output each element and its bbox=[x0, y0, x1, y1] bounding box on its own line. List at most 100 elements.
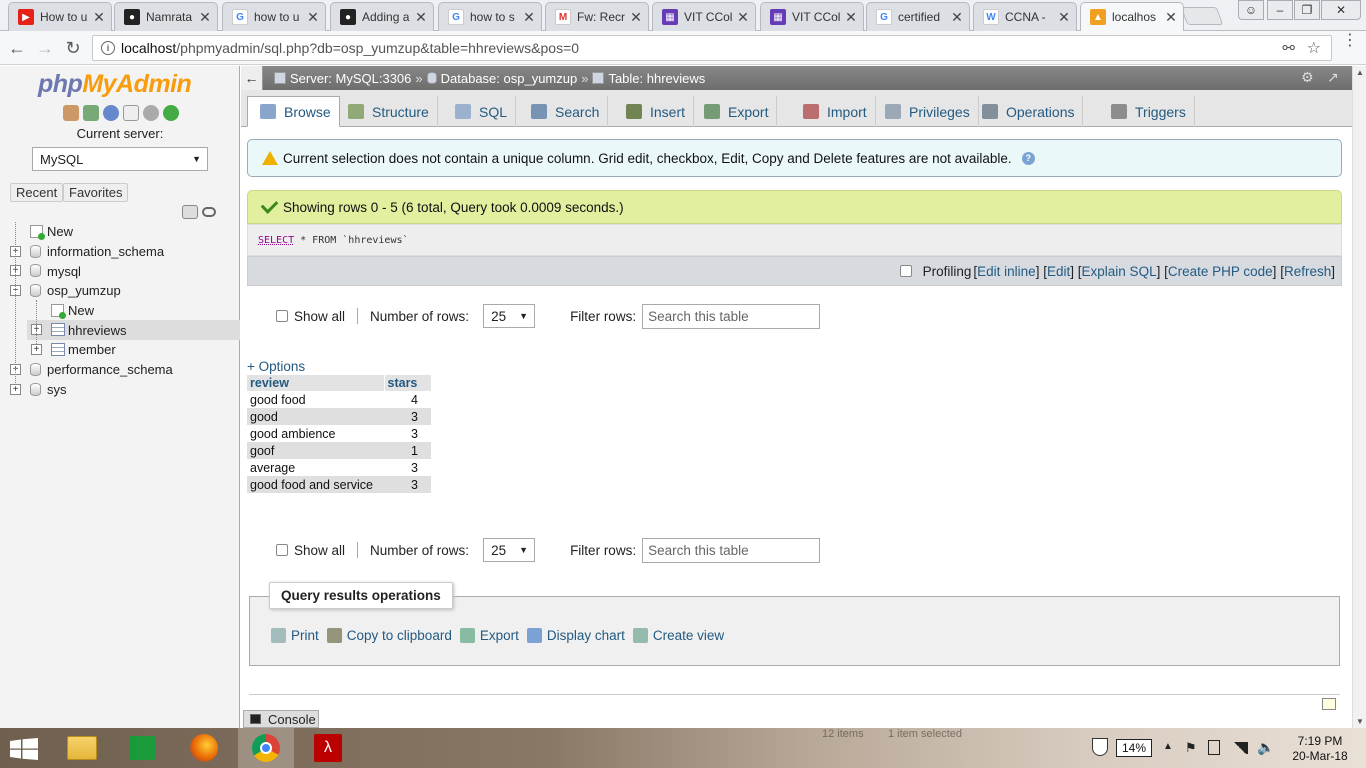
breadcrumb-database[interactable]: Database: osp_yumzup bbox=[441, 71, 578, 86]
back-arrow-icon[interactable]: ← bbox=[6, 37, 28, 59]
query-op-export[interactable]: Export bbox=[459, 628, 519, 643]
close-tab-icon[interactable]: ✕ bbox=[1058, 9, 1070, 26]
reload-nav-icon[interactable] bbox=[163, 105, 179, 121]
key-icon[interactable]: ⚯ bbox=[1282, 39, 1295, 57]
browser-menu-icon[interactable]: ⋮ bbox=[1342, 33, 1358, 49]
close-window-icon[interactable]: ✕ bbox=[1321, 0, 1361, 20]
browser-tab[interactable]: ● Adding a ✕ bbox=[330, 2, 434, 31]
tree-item-label[interactable]: performance_schema bbox=[47, 362, 173, 377]
browser-tab[interactable]: ▦ VIT CCol ✕ bbox=[652, 2, 756, 31]
show-all-label[interactable]: Show all bbox=[294, 543, 345, 558]
tree-item-label[interactable]: sys bbox=[47, 382, 67, 397]
browser-tab[interactable]: Gcertified ✕ bbox=[866, 2, 970, 31]
tree-item[interactable]: + sys bbox=[0, 380, 240, 400]
docs-icon[interactable] bbox=[123, 105, 139, 121]
restore-window-icon[interactable]: ❐ bbox=[1294, 0, 1320, 20]
query-link-create-php-code[interactable]: Create PHP code bbox=[1168, 264, 1273, 279]
close-tab-icon[interactable]: ✕ bbox=[523, 9, 535, 26]
column-header-stars[interactable]: stars bbox=[384, 375, 432, 391]
close-tab-icon[interactable]: ✕ bbox=[307, 9, 319, 26]
show-all-checkbox[interactable] bbox=[276, 310, 288, 322]
browser-tab[interactable]: ● Namrata ✕ bbox=[114, 2, 218, 31]
tree-item-label[interactable]: hhreviews bbox=[68, 323, 127, 338]
tree-item[interactable]: + hhreviews bbox=[27, 320, 240, 341]
close-tab-icon[interactable]: ✕ bbox=[93, 9, 105, 26]
browser-tab[interactable]: Ghow to u ✕ bbox=[222, 2, 326, 31]
maximize-icon[interactable]: ↗ bbox=[1327, 70, 1342, 85]
console-toggle[interactable]: Console bbox=[243, 710, 319, 728]
query-link-edit[interactable]: Edit bbox=[1047, 264, 1070, 279]
vertical-scrollbar[interactable]: ▲ ▼ bbox=[1352, 66, 1366, 728]
firefox-icon[interactable] bbox=[176, 728, 232, 768]
forward-arrow-icon[interactable]: → bbox=[34, 37, 56, 59]
tree-item-label[interactable]: information_schema bbox=[47, 244, 164, 259]
acrobat-icon[interactable]: λ bbox=[300, 728, 356, 768]
tree-item-label[interactable]: mysql bbox=[47, 264, 81, 279]
tree-item[interactable]: + performance_schema bbox=[0, 360, 240, 380]
breadcrumb-server[interactable]: Server: MySQL:3306 bbox=[290, 71, 411, 86]
new-tab-button[interactable] bbox=[1180, 7, 1224, 25]
close-tab-icon[interactable]: ✕ bbox=[737, 9, 749, 26]
defender-shield-icon[interactable] bbox=[1092, 738, 1108, 756]
query-link-refresh[interactable]: Refresh bbox=[1284, 264, 1331, 279]
close-tab-icon[interactable]: ✕ bbox=[415, 9, 427, 26]
browser-tab[interactable]: W CCNA - ✕ bbox=[973, 2, 1077, 31]
tab-privileges[interactable]: Privileges bbox=[873, 96, 979, 127]
tab-insert[interactable]: Insert bbox=[614, 96, 695, 127]
number-of-rows-select[interactable]: 25 ▼ bbox=[483, 538, 536, 562]
recent-button[interactable]: Recent bbox=[10, 183, 64, 202]
options-link[interactable]: + Options bbox=[247, 359, 305, 374]
tab-sql[interactable]: SQL bbox=[443, 96, 517, 127]
close-tab-icon[interactable]: ✕ bbox=[199, 9, 211, 26]
help-icon[interactable]: ? bbox=[1021, 151, 1035, 165]
tree-item-label[interactable]: member bbox=[68, 342, 116, 357]
expand-icon[interactable]: + bbox=[31, 344, 42, 356]
tab-operations[interactable]: Operations bbox=[970, 96, 1084, 127]
breadcrumb-table[interactable]: Table: hhreviews bbox=[608, 71, 705, 86]
tab-browse[interactable]: Browse bbox=[247, 96, 340, 127]
link-with-main-icon[interactable] bbox=[202, 207, 216, 217]
column-header-review[interactable]: review bbox=[247, 375, 385, 391]
page-settings-gear-icon[interactable]: ⚙ bbox=[1301, 70, 1316, 85]
chrome-icon[interactable] bbox=[238, 728, 294, 768]
site-info-icon[interactable]: i bbox=[101, 41, 115, 55]
show-all-label[interactable]: Show all bbox=[294, 309, 345, 324]
browser-tab[interactable]: M Fw: Recr ✕ bbox=[545, 2, 649, 31]
device-icon[interactable] bbox=[1208, 740, 1220, 755]
minimize-window-icon[interactable]: – bbox=[1267, 0, 1293, 20]
store-icon[interactable] bbox=[114, 728, 170, 768]
browser-tab[interactable]: ▲ localhos ✕ bbox=[1080, 2, 1184, 31]
browser-tab[interactable]: Ghow to s ✕ bbox=[438, 2, 542, 31]
close-tab-icon[interactable]: ✕ bbox=[630, 9, 642, 26]
profiling-label[interactable]: Profiling bbox=[923, 264, 972, 279]
file-explorer-icon[interactable] bbox=[54, 728, 110, 768]
user-profile-icon[interactable]: ☺ bbox=[1238, 0, 1264, 20]
tab-search[interactable]: Search bbox=[519, 96, 609, 127]
tree-item[interactable]: New bbox=[0, 222, 240, 242]
server-select[interactable]: MySQL ▼ bbox=[32, 147, 208, 171]
tab-triggers[interactable]: Triggers bbox=[1099, 96, 1195, 127]
collapse-all-icon[interactable] bbox=[182, 205, 198, 219]
query-op-create-view[interactable]: Create view bbox=[632, 628, 724, 643]
action-flag-icon[interactable]: ⚑ bbox=[1185, 740, 1197, 756]
reload-icon[interactable]: ↻ bbox=[62, 37, 84, 59]
close-tab-icon[interactable]: ✕ bbox=[951, 9, 963, 26]
number-of-rows-select[interactable]: 25 ▼ bbox=[483, 304, 536, 328]
logout-icon[interactable] bbox=[83, 105, 99, 121]
help-icon[interactable] bbox=[103, 105, 119, 121]
tree-item-label[interactable]: New bbox=[68, 303, 94, 318]
favorites-button[interactable]: Favorites bbox=[63, 183, 129, 202]
show-all-checkbox[interactable] bbox=[276, 544, 288, 556]
filter-rows-input[interactable]: Search this table bbox=[642, 303, 821, 329]
show-hidden-icons-icon[interactable]: ▲ bbox=[1163, 741, 1173, 752]
query-op-copy-to-clipboard[interactable]: Copy to clipboard bbox=[326, 628, 452, 643]
query-link-explain-sql[interactable]: Explain SQL bbox=[1082, 264, 1157, 279]
system-clock[interactable]: 7:19 PM 20-Mar-18 bbox=[1282, 734, 1358, 764]
profiling-checkbox[interactable] bbox=[899, 265, 912, 277]
close-tab-icon[interactable]: ✕ bbox=[1165, 9, 1177, 26]
tree-item[interactable]: + information_schema bbox=[0, 242, 240, 262]
wifi-signal-icon[interactable] bbox=[1232, 742, 1248, 754]
browser-tab[interactable]: ▦ VIT CCol ✕ bbox=[760, 2, 864, 31]
battery-indicator[interactable]: 14% bbox=[1116, 739, 1152, 757]
query-op-display-chart[interactable]: Display chart bbox=[526, 628, 625, 643]
